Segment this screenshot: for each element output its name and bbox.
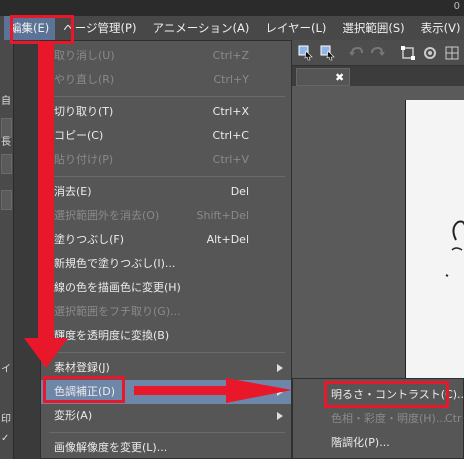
annotation-arrows bbox=[24, 44, 292, 403]
arrow-down-annotation bbox=[24, 44, 68, 368]
arrow-right-annotation bbox=[134, 378, 292, 403]
